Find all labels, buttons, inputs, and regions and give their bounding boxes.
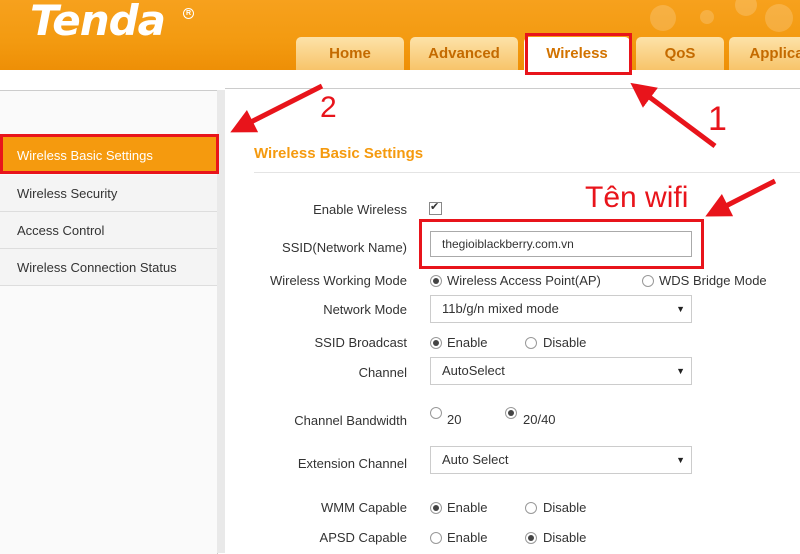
annotation-arrows <box>230 82 777 217</box>
arrow-to-basic-settings <box>230 83 324 133</box>
arrow-to-ssid <box>705 178 777 217</box>
arrow-to-wireless-tab <box>630 82 717 149</box>
